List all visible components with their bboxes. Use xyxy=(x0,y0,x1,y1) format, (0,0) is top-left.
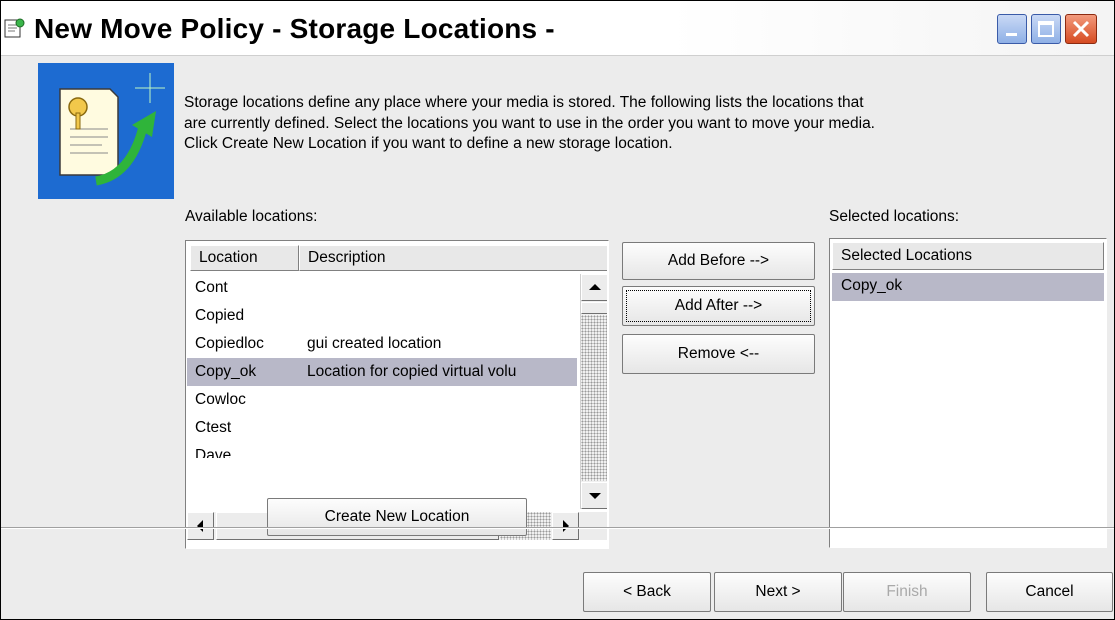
dialog-window: New Move Policy - Storage Locations - St… xyxy=(0,0,1115,620)
finish-button[interactable]: Finish xyxy=(843,572,971,612)
title-bar[interactable]: New Move Policy - Storage Locations - xyxy=(1,1,1114,56)
scroll-left-button[interactable] xyxy=(187,512,214,540)
minimize-button[interactable] xyxy=(997,14,1027,44)
add-before-button[interactable]: Add Before --> xyxy=(622,242,815,280)
arrow-right-icon xyxy=(563,520,569,532)
available-locations-label: Available locations: xyxy=(185,208,318,225)
table-row[interactable]: Dave xyxy=(187,442,577,458)
minimize-icon xyxy=(1006,33,1017,36)
intro-text: Storage locations define any place where… xyxy=(184,94,875,152)
app-icon xyxy=(4,18,25,38)
vertical-scrollbar[interactable] xyxy=(580,274,607,509)
back-button[interactable]: < Back xyxy=(583,572,711,612)
location-cell: Dave xyxy=(195,447,232,458)
scroll-down-button[interactable] xyxy=(581,482,607,509)
selected-locations-list: Selected Locations Copy_ok xyxy=(829,238,1107,548)
create-new-location-button[interactable]: Create New Location xyxy=(267,498,527,536)
description-cell: gui created location xyxy=(307,335,442,352)
dialog-content: Storage locations define any place where… xyxy=(1,56,1114,619)
remove-button[interactable]: Remove <-- xyxy=(622,334,815,374)
location-cell: Copy_ok xyxy=(195,363,257,380)
location-cell: Copied xyxy=(195,307,245,324)
selected-locations-label: Selected locations: xyxy=(829,208,960,225)
next-button[interactable]: Next > xyxy=(714,572,842,612)
scroll-corner xyxy=(580,512,607,540)
arrow-up-icon xyxy=(589,284,601,290)
vertical-scroll-thumb[interactable] xyxy=(581,302,607,314)
maximize-button[interactable] xyxy=(1031,14,1061,44)
table-row[interactable]: Cont xyxy=(187,274,577,302)
scroll-up-button[interactable] xyxy=(581,274,607,301)
location-cell: Ctest xyxy=(195,419,232,436)
scroll-right-button[interactable] xyxy=(552,512,579,540)
cancel-button[interactable]: Cancel xyxy=(986,572,1113,612)
close-icon xyxy=(1072,20,1090,38)
add-after-button[interactable]: Add After --> xyxy=(622,286,815,326)
window-title: New Move Policy - Storage Locations - xyxy=(34,13,555,44)
location-cell: Copiedloc xyxy=(195,335,264,352)
table-row[interactable]: Copiedloc gui created location xyxy=(187,330,577,358)
location-cell: Cont xyxy=(195,279,228,296)
footer-separator xyxy=(1,527,1114,529)
table-row[interactable]: Cowloc xyxy=(187,386,577,414)
storage-location-icon xyxy=(38,63,174,199)
table-row[interactable]: Copied xyxy=(187,302,577,330)
arrow-left-icon xyxy=(197,520,203,532)
table-row-selected[interactable]: Copy_ok Location for copied virtual volu xyxy=(187,358,577,386)
column-header-description[interactable]: Description xyxy=(299,245,607,271)
column-header-location[interactable]: Location xyxy=(190,245,299,271)
close-button[interactable] xyxy=(1065,14,1097,44)
description-cell: Location for copied virtual volu xyxy=(307,363,517,380)
column-header-selected-locations[interactable]: Selected Locations xyxy=(832,242,1104,270)
maximize-icon xyxy=(1038,21,1054,37)
location-cell: Cowloc xyxy=(195,391,246,408)
selected-list-item[interactable]: Copy_ok xyxy=(832,273,1104,301)
scroll-track[interactable] xyxy=(581,315,607,481)
arrow-down-icon xyxy=(589,493,601,499)
table-row[interactable]: Ctest xyxy=(187,414,577,442)
